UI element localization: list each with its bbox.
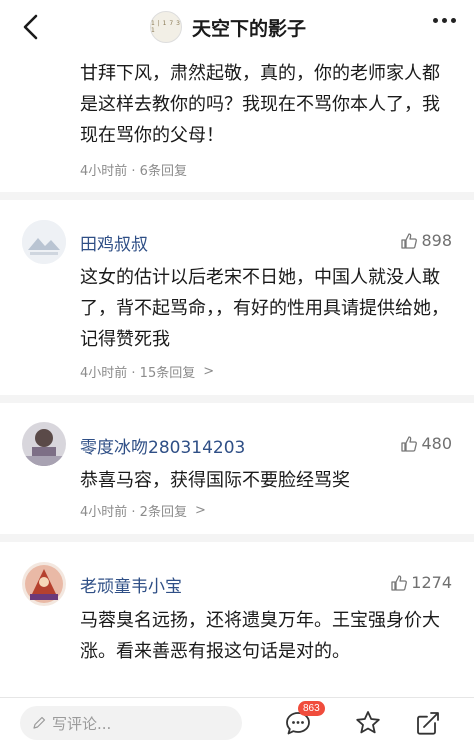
back-button[interactable]: [14, 10, 48, 44]
pen-icon: [33, 716, 46, 729]
share-button[interactable]: [413, 708, 443, 738]
share-icon: [417, 712, 439, 735]
comment-text: 甘拜下风，肃然起敬，真的，你的老师家人都是这样去教你的吗？我现在不骂你本人了，我…: [80, 63, 440, 146]
like-button[interactable]: 480: [400, 434, 452, 453]
comment-meta-text: 4小时前 · 2条回复: [80, 505, 187, 520]
comment-input[interactable]: 写评论...: [20, 706, 242, 740]
thumbs-up-icon: [401, 435, 418, 452]
bottom-bar: 写评论... 863: [0, 697, 474, 747]
comment-text: 恭喜马容，获得国际不要脸经骂奖: [80, 470, 350, 491]
comment-text: 这女的估计以后老宋不日她，中国人就没人敢了，背不起骂命，，有好的性用具请提供给她…: [80, 267, 449, 350]
more-button[interactable]: [433, 18, 456, 23]
username[interactable]: 老顽童韦小宝: [80, 572, 182, 597]
comment-meta-text: 4小时前 · 6条回复: [80, 164, 187, 179]
avatar-image: [22, 422, 66, 466]
divider: [0, 192, 474, 200]
avatar-image: [22, 220, 66, 264]
username[interactable]: 田鸡叔叔: [80, 230, 148, 255]
comment-meta[interactable]: 4小时前 · 2条回复 >: [80, 501, 206, 520]
comment-input-placeholder: 写评论...: [52, 714, 112, 733]
like-button[interactable]: 898: [400, 231, 452, 250]
divider: [0, 395, 474, 403]
username[interactable]: 零度冰吻280314203: [80, 433, 245, 458]
author-avatar: 1 | 1 7 3 1: [150, 11, 182, 43]
avatar[interactable]: [22, 220, 66, 264]
avatar[interactable]: [22, 562, 66, 606]
like-count: 898: [421, 231, 452, 250]
comment-meta[interactable]: 4小时前 · 15条回复 >: [80, 362, 214, 381]
more-dots-icon: [433, 18, 438, 23]
top-bar: 1 | 1 7 3 1 天空下的影子: [0, 0, 474, 54]
back-arrow-icon: [23, 14, 38, 40]
like-count: 1274: [411, 573, 452, 592]
avatar[interactable]: [22, 422, 66, 466]
avatar-image: [22, 562, 66, 606]
author-avatar-text: 1 | 1 7 3 1: [151, 20, 181, 34]
like-button[interactable]: 1274: [390, 573, 452, 592]
star-icon: [356, 711, 380, 734]
thumbs-up-icon: [391, 574, 408, 591]
thumbs-up-icon: [401, 232, 418, 249]
favorite-button[interactable]: [353, 708, 383, 738]
comment-count-badge: 863: [298, 701, 325, 716]
like-count: 480: [421, 434, 452, 453]
comment-text: 马蓉臭名远扬，还将遗臭万年。王宝强身价大涨。看来善恶有报这句话是对的。: [80, 610, 440, 662]
comment-meta-text: 4小时前 · 15条回复: [80, 366, 196, 381]
divider: [0, 534, 474, 542]
chevron-right-icon: >: [203, 364, 215, 379]
page-title: 天空下的影子: [192, 17, 307, 40]
article-title-group[interactable]: 1 | 1 7 3 1 天空下的影子: [150, 10, 306, 44]
chevron-right-icon: >: [194, 503, 206, 518]
comment-meta[interactable]: 4小时前 · 6条回复: [80, 160, 187, 179]
